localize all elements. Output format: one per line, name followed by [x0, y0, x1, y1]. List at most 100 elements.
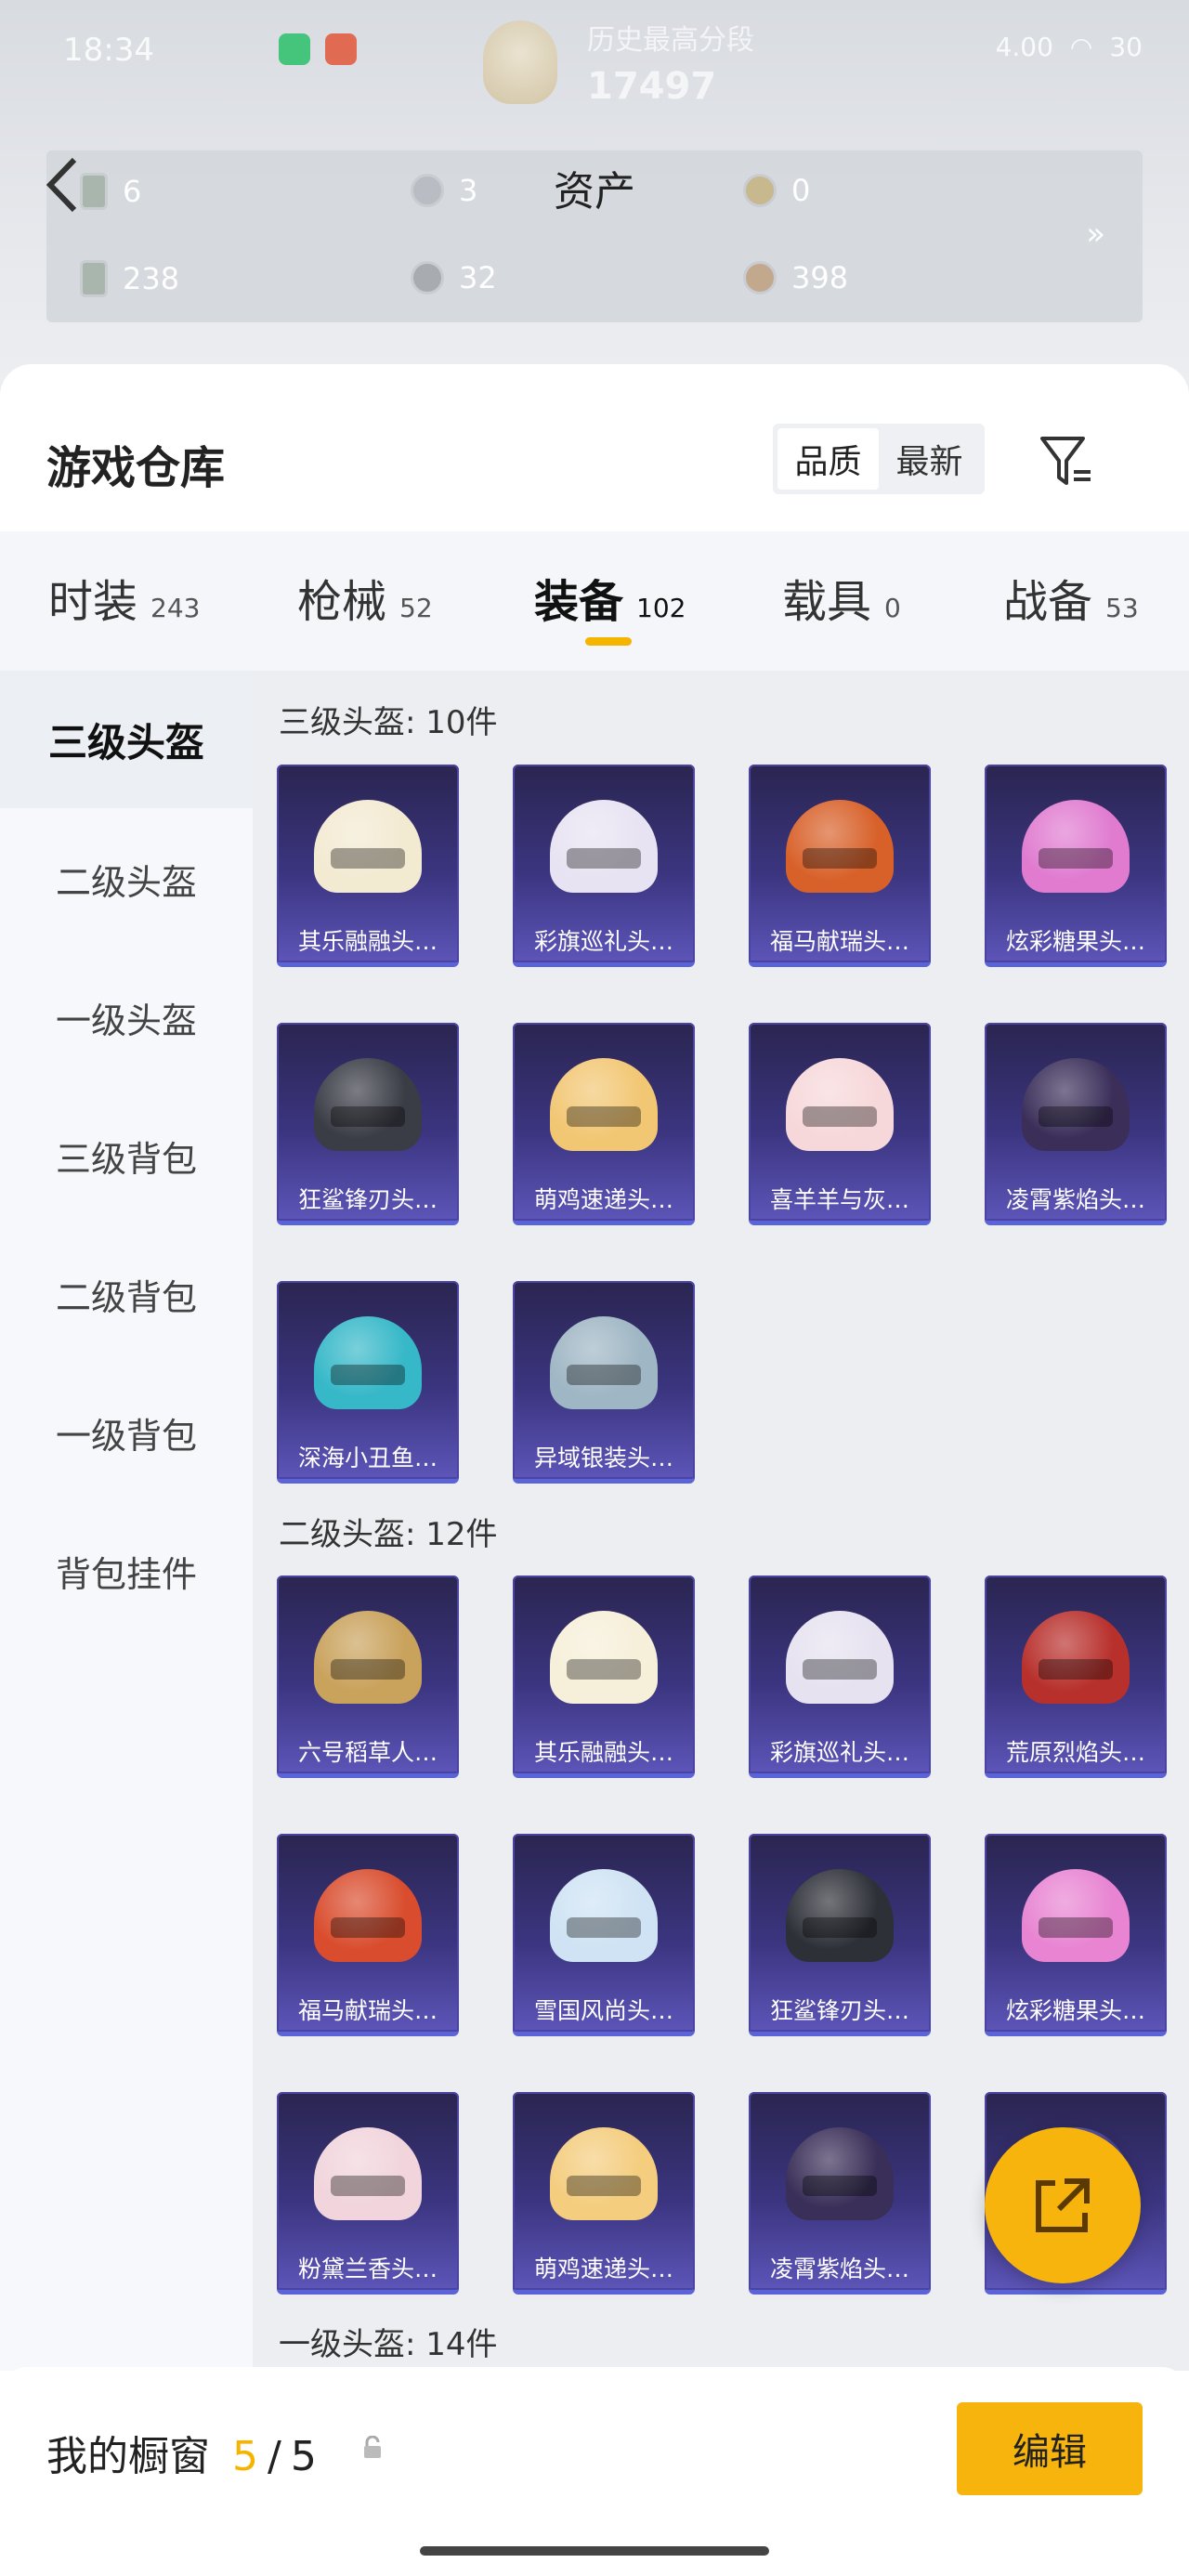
helmet-icon	[550, 2127, 658, 2220]
asset-item: 3	[411, 173, 477, 208]
sidebar-item-level1-backpack[interactable]: 一级背包	[0, 1364, 253, 1501]
sidebar-item-level1-helmet[interactable]: 一级头盔	[0, 948, 253, 1086]
tab-label: 战备	[1003, 576, 1093, 628]
status-right: 4.00 ◠ 30	[996, 32, 1143, 62]
helmet-icon	[786, 1611, 894, 1704]
item-name: 六号稻草人…	[297, 1739, 438, 1766]
helmet-icon	[314, 1316, 422, 1409]
item-name: 凌霄紫焰头…	[769, 2256, 909, 2282]
share-button[interactable]	[985, 2127, 1141, 2283]
item-card[interactable]: 深海小丑鱼…	[277, 1281, 459, 1484]
asset-value: 238	[123, 261, 180, 296]
gold-coin-icon	[743, 174, 777, 207]
sidebar-item-level2-helmet[interactable]: 二级头盔	[0, 810, 253, 948]
category-tabs: 时装 243 枪械 52 装备 102 载具 0 战备 53	[0, 531, 1189, 671]
silver-coin-icon	[411, 174, 444, 207]
item-card[interactable]: 彩旗巡礼头…	[749, 1576, 931, 1778]
app-indicator-icon	[279, 33, 310, 65]
helmet-icon	[786, 1058, 894, 1151]
helmet-icon	[1022, 800, 1130, 893]
share-icon	[1036, 2178, 1090, 2232]
helmet-icon	[314, 2127, 422, 2220]
rank-score: 17497	[587, 65, 717, 108]
item-name: 萌鸡速递头…	[533, 2256, 673, 2282]
item-name: 凌霄紫焰头…	[1005, 1186, 1145, 1213]
showcase-title: 我的橱窗	[46, 2433, 210, 2480]
item-card[interactable]: 粉黛兰香头…	[277, 2092, 459, 2295]
item-name: 荒原烈焰头…	[1005, 1739, 1145, 1766]
tab-count: 243	[150, 593, 201, 623]
item-card[interactable]: 萌鸡速递头…	[513, 1023, 695, 1225]
item-card[interactable]: 其乐融融头…	[277, 765, 459, 967]
showcase-count-total: 5	[290, 2433, 317, 2480]
item-card[interactable]: 凌霄紫焰头…	[749, 2092, 931, 2295]
tab-count: 0	[884, 593, 901, 623]
item-card[interactable]: 其乐融融头…	[513, 1576, 695, 1778]
tab-count: 102	[636, 593, 686, 623]
item-name: 彩旗巡礼头…	[769, 1739, 909, 1766]
item-card[interactable]: 狂鲨锋刃头…	[749, 1834, 931, 2036]
edit-button[interactable]: 编辑	[957, 2402, 1143, 2495]
item-card[interactable]: 炫彩糖果头…	[985, 1834, 1167, 2036]
tab-label: 时装	[48, 576, 138, 628]
helmet-icon	[550, 1316, 658, 1409]
gray-coin-icon	[411, 261, 444, 294]
ticket-icon	[80, 260, 108, 297]
item-card[interactable]: 凌霄紫焰头…	[985, 1023, 1167, 1225]
helmet-icon	[1022, 1869, 1130, 1962]
asset-value: 3	[459, 173, 478, 208]
item-card[interactable]: 喜羊羊与灰…	[749, 1023, 931, 1225]
helmet-icon	[314, 1058, 422, 1151]
helmet-icon	[314, 1869, 422, 1962]
item-card[interactable]: 炫彩糖果头…	[985, 765, 1167, 967]
asset-value: 0	[791, 173, 811, 208]
asset-value: 6	[123, 174, 142, 209]
helmet-icon	[550, 1611, 658, 1704]
sidebar-item-level2-backpack[interactable]: 二级背包	[0, 1225, 253, 1363]
wifi-icon: ◠	[1069, 32, 1093, 62]
helmet-icon	[786, 800, 894, 893]
asset-value: 32	[459, 260, 497, 295]
item-name: 雪国风尚头…	[533, 1997, 673, 2024]
item-name: 粉黛兰香头…	[297, 2256, 438, 2282]
tab-equipment[interactable]: 装备 102	[534, 565, 686, 630]
item-name: 其乐融融头…	[297, 928, 438, 955]
sort-quality-button[interactable]: 品质	[777, 428, 879, 490]
item-name: 狂鲨锋刃头…	[297, 1186, 438, 1213]
helmet-icon	[314, 800, 422, 893]
asset-more-button[interactable]: »	[1086, 216, 1105, 253]
item-card[interactable]: 六号稻草人…	[277, 1576, 459, 1778]
item-card[interactable]: 异域银装头…	[513, 1281, 695, 1484]
filter-icon[interactable]	[1037, 433, 1094, 490]
item-card[interactable]: 福马献瑞头…	[277, 1834, 459, 2036]
section-title: 一级头盔: 14件	[279, 2326, 498, 2363]
item-name: 炫彩糖果头…	[1005, 1997, 1145, 2024]
helmet-icon	[314, 1611, 422, 1704]
item-card[interactable]: 萌鸡速递头…	[513, 2092, 695, 2295]
sidebar-item-level3-backpack[interactable]: 三级背包	[0, 1087, 253, 1224]
tab-supplies[interactable]: 战备 53	[1003, 565, 1139, 630]
item-card[interactable]: 雪国风尚头…	[513, 1834, 695, 2036]
item-name: 炫彩糖果头…	[1005, 928, 1145, 955]
lock-icon	[364, 2436, 381, 2458]
helmet-icon	[786, 2127, 894, 2220]
asset-title: 资产	[554, 168, 635, 216]
sort-toggle: 品质 最新	[773, 424, 985, 494]
status-time: 18:34	[63, 32, 154, 69]
bronze-coin-icon	[743, 261, 777, 294]
tab-vehicles[interactable]: 载具 0	[782, 565, 901, 630]
assets-header: 18:34 4.00 ◠ 30 历史最高分段 17497 资产 6 3 0 23…	[0, 0, 1189, 390]
item-card[interactable]: 荒原烈焰头…	[985, 1576, 1167, 1778]
sidebar-item-backpack-charm[interactable]: 背包挂件	[0, 1502, 253, 1640]
item-card[interactable]: 狂鲨锋刃头…	[277, 1023, 459, 1225]
tab-fashion[interactable]: 时装 243	[48, 565, 200, 630]
sidebar-item-level3-helmet[interactable]: 三级头盔	[0, 671, 253, 808]
item-name: 狂鲨锋刃头…	[769, 1997, 909, 2024]
tab-weapons[interactable]: 枪械 52	[297, 565, 433, 630]
warehouse-title: 游戏仓库	[46, 442, 226, 494]
item-name: 萌鸡速递头…	[533, 1186, 673, 1213]
item-card[interactable]: 福马献瑞头…	[749, 765, 931, 967]
sort-latest-button[interactable]: 最新	[879, 428, 980, 490]
item-card[interactable]: 彩旗巡礼头…	[513, 765, 695, 967]
helmet-icon	[550, 1869, 658, 1962]
